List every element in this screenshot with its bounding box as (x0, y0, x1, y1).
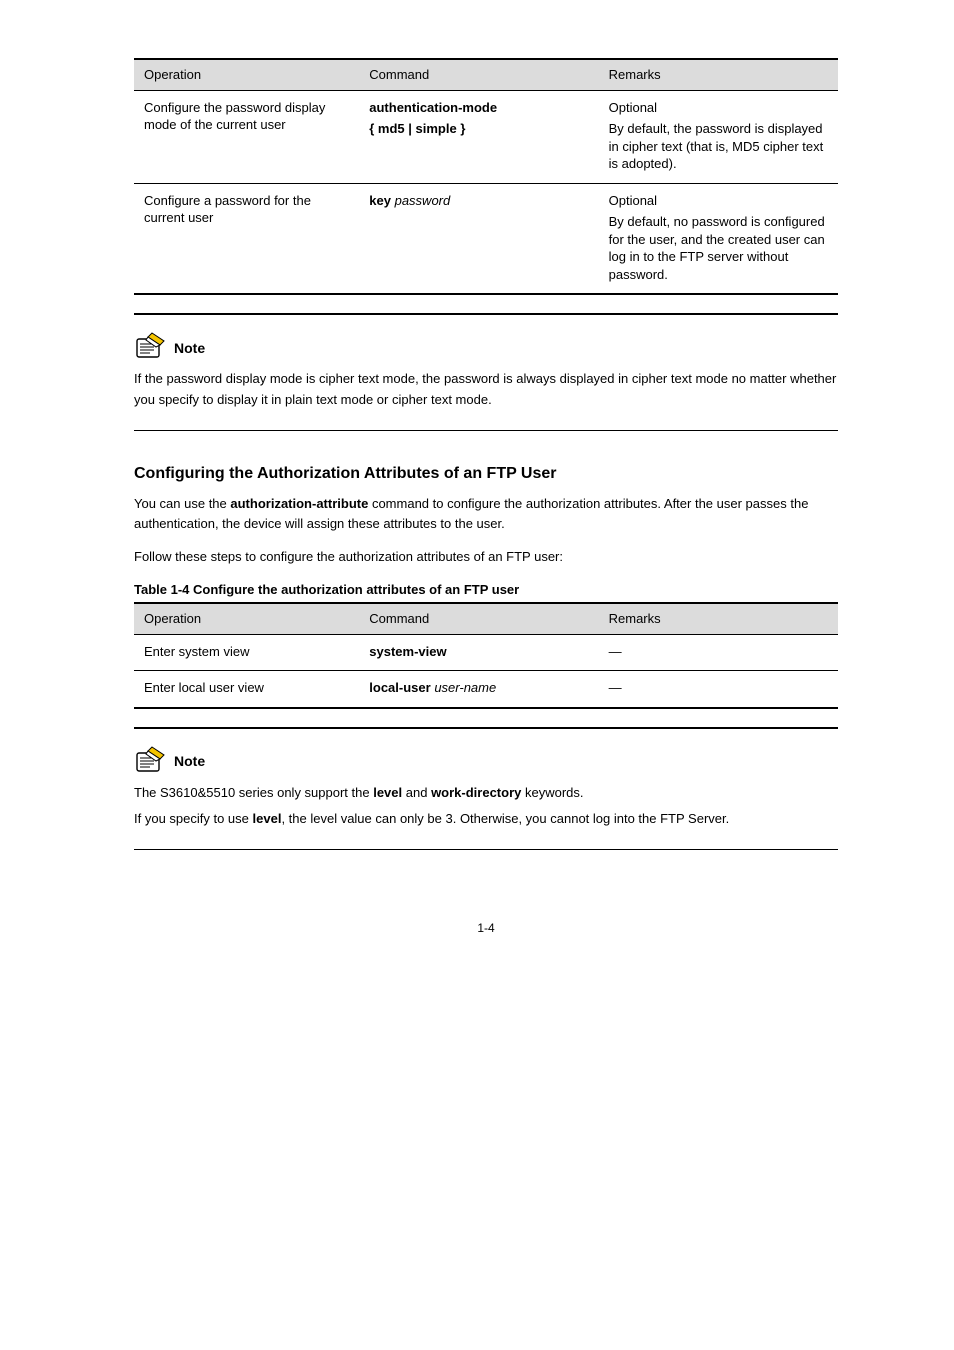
text: You can use the (134, 496, 230, 511)
rule (134, 849, 838, 850)
cell-command: local-user user-name (359, 671, 598, 708)
table-authorization-steps: Operation Command Remarks Enter system v… (134, 602, 838, 709)
note-label: Note (174, 752, 205, 775)
table-row: Configure the password display mode of t… (134, 90, 838, 183)
note-icon (134, 745, 168, 775)
col-header-command: Command (359, 603, 598, 634)
cell-operation: Configure a password for the current use… (134, 183, 359, 294)
col-header-remarks: Remarks (599, 603, 838, 634)
table-row: Configure a password for the current use… (134, 183, 838, 294)
cmd-keyword: authentication-mode (369, 100, 497, 115)
note-block: Note The S3610&5510 series only support … (134, 727, 838, 850)
note-block: Note If the password display mode is cip… (134, 313, 838, 430)
note-body: If the password display mode is cipher t… (134, 369, 838, 409)
remarks-body: By default, the password is displayed in… (609, 120, 828, 173)
cell-command: authentication-mode { md5 | simple } (359, 90, 598, 183)
remarks-title: Optional (609, 192, 828, 210)
table-header-row: Operation Command Remarks (134, 59, 838, 90)
paragraph: You can use the authorization-attribute … (134, 494, 838, 534)
note-body: The S3610&5510 series only support the l… (134, 783, 838, 829)
cell-remarks: — (599, 671, 838, 708)
table-row: Enter local user view local-user user-na… (134, 671, 838, 708)
cell-command: system-view (359, 634, 598, 671)
table-row: Enter system view system-view — (134, 634, 838, 671)
cmd-options: { md5 | simple } (369, 120, 588, 138)
cell-operation: Enter system view (134, 634, 359, 671)
cmd-arg: user-name (434, 680, 496, 695)
note-line: If you specify to use level, the level v… (134, 809, 838, 829)
page: Operation Command Remarks Configure the … (0, 0, 954, 976)
cell-remarks: Optional By default, no password is conf… (599, 183, 838, 294)
paragraph: Follow these steps to configure the auth… (134, 547, 838, 567)
col-header-remarks: Remarks (599, 59, 838, 90)
section-heading: Configuring the Authorization Attributes… (134, 463, 838, 485)
col-header-operation: Operation (134, 59, 359, 90)
table-header-row: Operation Command Remarks (134, 603, 838, 634)
cmd-keyword: local-user (369, 680, 430, 695)
col-header-operation: Operation (134, 603, 359, 634)
cmd-keyword: system-view (369, 644, 446, 659)
rule (134, 313, 838, 315)
table-caption: Table 1-4 Configure the authorization at… (134, 581, 838, 599)
table-config-password: Operation Command Remarks Configure the … (134, 58, 838, 295)
cmd-keyword: key (369, 193, 391, 208)
cmd-keyword: authorization-attribute (230, 496, 368, 511)
note-head: Note (134, 331, 838, 361)
note-line: The S3610&5510 series only support the l… (134, 783, 838, 803)
cell-command: key password (359, 183, 598, 294)
col-header-command: Command (359, 59, 598, 90)
remarks-body: By default, no password is configured fo… (609, 213, 828, 283)
note-label: Note (174, 339, 205, 362)
rule (134, 430, 838, 431)
note-icon (134, 331, 168, 361)
page-number: 1-4 (134, 920, 838, 936)
cell-remarks: Optional By default, the password is dis… (599, 90, 838, 183)
cell-remarks: — (599, 634, 838, 671)
cmd-arg: password (395, 193, 451, 208)
cell-operation: Configure the password display mode of t… (134, 90, 359, 183)
remarks-title: Optional (609, 99, 828, 117)
cell-operation: Enter local user view (134, 671, 359, 708)
rule (134, 727, 838, 729)
note-head: Note (134, 745, 838, 775)
